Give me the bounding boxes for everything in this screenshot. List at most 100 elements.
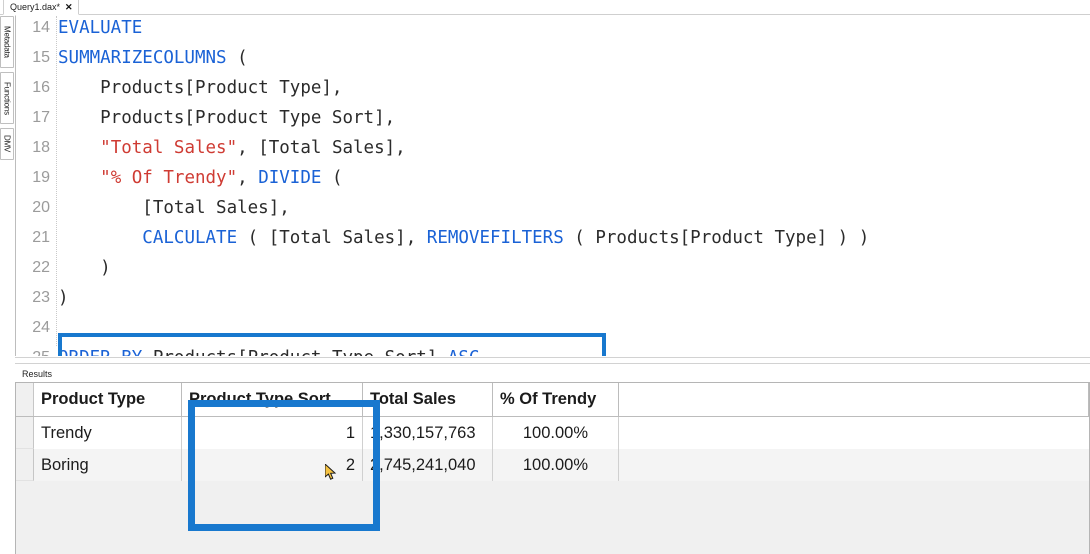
code-token: , (237, 168, 259, 188)
code-line-text: "% Of Trendy", DIVIDE ( (58, 163, 343, 193)
table-cell[interactable]: 100.00% (493, 417, 619, 449)
code-line-text: Products[Product Type], (58, 73, 342, 103)
dax-code-editor[interactable]: 14 EVALUATE 15 SUMMARIZECOLUMNS (16 Product… (15, 15, 1090, 356)
tab-results[interactable]: Results (20, 366, 59, 382)
code-token: ( (321, 168, 343, 188)
column-header[interactable]: Product Type (34, 383, 182, 416)
code-line[interactable]: 23) (16, 283, 1090, 313)
table-cell[interactable]: 2,745,241,040 (363, 449, 493, 481)
row-selector[interactable] (16, 417, 34, 449)
line-number: 21 (32, 229, 50, 246)
sidebar-tab-dmv[interactable]: DMV (0, 128, 14, 160)
line-number: 20 (32, 199, 50, 216)
code-line-text: SUMMARIZECOLUMNS ( (58, 43, 248, 73)
document-tab-query1[interactable]: Query1.dax* ✕ (3, 0, 79, 15)
results-grid[interactable]: Product Type Product Type Sort Total Sales… (16, 383, 1089, 481)
line-number: 25 (16, 343, 50, 356)
line-number: 15 (32, 49, 50, 66)
column-header-filler (619, 383, 1089, 416)
document-tab-label: Query1.dax* (10, 2, 61, 12)
table-cell[interactable]: 1,330,157,763 (363, 417, 493, 449)
code-line-text: EVALUATE (58, 16, 143, 43)
code-token: EVALUATE (58, 18, 143, 38)
line-number: 17 (32, 109, 50, 126)
row-header-corner (16, 383, 34, 416)
code-token: Products[Product Type Sort], (58, 108, 396, 128)
code-line[interactable]: 16 Products[Product Type], (16, 73, 1090, 103)
code-token: REMOVEFILTERS (426, 228, 564, 248)
tab-results-label: Results (22, 369, 53, 379)
line-number: 14 (32, 19, 50, 36)
table-cell[interactable]: 2 (182, 449, 363, 481)
code-token: ASC (448, 348, 480, 356)
code-line[interactable]: 25 ORDER BY Products[Product Type Sort] A… (16, 343, 1090, 356)
column-header[interactable]: % Of Trendy (493, 383, 619, 416)
code-token: SUMMARIZECOLUMNS (58, 48, 227, 68)
table-row[interactable]: Trendy 1 1,330,157,763 100.00% (16, 417, 1089, 449)
pane-splitter[interactable] (15, 357, 1090, 364)
code-token: [Total Sales], (58, 198, 290, 218)
column-header[interactable]: Product Type Sort (182, 383, 363, 416)
table-cell-filler (619, 449, 1089, 481)
code-line[interactable]: 19 "% Of Trendy", DIVIDE ( (16, 163, 1090, 193)
close-icon[interactable]: ✕ (65, 2, 73, 12)
dax-studio-window: Query1.dax* ✕ Metadata Functions DMV 14 E… (0, 0, 1090, 554)
code-token: "Total Sales" (100, 138, 238, 158)
code-line-text: ) (58, 283, 69, 313)
line-number: 16 (32, 79, 50, 96)
table-cell-filler (619, 417, 1089, 449)
table-header-row: Product Type Product Type Sort Total Sales… (16, 383, 1089, 417)
code-line[interactable]: 24 (16, 313, 1090, 343)
document-tab-strip: Query1.dax* ✕ (0, 0, 1090, 15)
code-line[interactable]: 17 Products[Product Type Sort], (16, 103, 1090, 133)
code-line-text: [Total Sales], (58, 193, 290, 223)
code-token: Products[Product Type Sort] (142, 348, 448, 356)
code-line[interactable]: 18 "Total Sales", [Total Sales], (16, 133, 1090, 163)
code-line-text: Products[Product Type Sort], (58, 103, 395, 133)
table-cell[interactable]: 100.00% (493, 449, 619, 481)
sidebar-tab-functions[interactable]: Functions (0, 72, 14, 124)
code-line[interactable]: 14 EVALUATE (16, 16, 1090, 43)
code-token: Products[Product Type], (58, 78, 343, 98)
code-token: ) (58, 258, 111, 278)
table-cell[interactable]: Trendy (34, 417, 182, 449)
row-selector[interactable] (16, 449, 34, 481)
code-line-text: ) (58, 253, 111, 283)
column-header[interactable]: Total Sales (363, 383, 493, 416)
code-token: ( (226, 48, 248, 68)
code-line[interactable]: 15 SUMMARIZECOLUMNS ( (16, 43, 1090, 73)
line-number: 19 (32, 169, 50, 186)
sidebar-tab-metadata-label: Metadata (2, 26, 12, 58)
code-line[interactable]: 22 ) (16, 253, 1090, 283)
table-cell[interactable]: 1 (182, 417, 363, 449)
sidebar-tab-metadata[interactable]: Metadata (0, 16, 14, 68)
code-token: CALCULATE (142, 228, 238, 248)
code-token: ( [Total Sales], (237, 228, 427, 248)
sidebar-tab-dmv-label: DMV (2, 135, 12, 153)
code-token: ) (58, 288, 69, 308)
table-cell[interactable]: Boring (34, 449, 182, 481)
code-line-text: CALCULATE ( [Total Sales], REMOVEFILTERS… (58, 223, 869, 253)
code-token: "% Of Trendy" (100, 168, 238, 188)
tool-tab-strip: Metadata Functions DMV (0, 16, 14, 356)
line-number: 22 (32, 259, 50, 276)
code-line[interactable]: 21 CALCULATE ( [Total Sales], REMOVEFILT… (16, 223, 1090, 253)
results-grid-container[interactable]: Product Type Product Type Sort Total Sales… (15, 382, 1090, 554)
code-token: ORDER BY (58, 348, 142, 356)
table-row[interactable]: Boring 2 2,745,241,040 100.00% (16, 449, 1089, 481)
line-number: 23 (32, 289, 50, 306)
line-number: 18 (32, 139, 50, 156)
code-line-text: "Total Sales", [Total Sales], (58, 133, 406, 163)
code-line[interactable]: 20 [Total Sales], (16, 193, 1090, 223)
results-pane: Results Product Type Product Type Sort Tot… (15, 366, 1090, 554)
code-line-text: ORDER BY Products[Product Type Sort] ASC (58, 343, 479, 356)
line-number: 24 (32, 319, 50, 336)
code-token: ( Products[Product Type] ) ) (563, 228, 870, 248)
sidebar-tab-functions-label: Functions (2, 81, 12, 115)
code-token: DIVIDE (258, 168, 322, 188)
code-token: , [Total Sales], (237, 138, 406, 158)
code-line-list[interactable]: 14 EVALUATE 15 SUMMARIZECOLUMNS (16 Product… (16, 16, 1090, 356)
